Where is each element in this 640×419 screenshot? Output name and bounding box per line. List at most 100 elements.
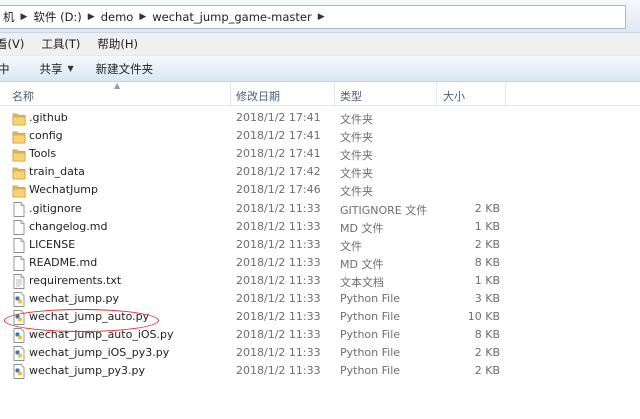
file-type: MD 文件 [340, 257, 384, 271]
chevron-right-icon[interactable]: ▶ [88, 12, 95, 22]
new-folder-button[interactable]: 新建文件夹 [96, 61, 154, 77]
file-size: 10 KB [467, 310, 500, 324]
file-name: config [29, 129, 63, 143]
file-row[interactable]: wechat_jump_iOS_py3.py 2018/1/2 11:33 Pyth… [0, 345, 640, 363]
column-divider[interactable] [334, 82, 335, 106]
column-header-date[interactable]: 修改日期 [236, 88, 280, 104]
file-row[interactable]: .gitignore 2018/1/2 11:33 GITIGNORE 文件 2 KB [0, 201, 640, 219]
python-file-icon [12, 292, 26, 307]
sort-up-icon: ▲ [114, 81, 121, 90]
organize-button[interactable]: 中 [0, 61, 10, 77]
file-row[interactable]: requirements.txt 2018/1/2 11:33 文本文档 1 KB [0, 273, 640, 291]
file-row[interactable]: Tools 2018/1/2 17:41 文件夹 [0, 146, 640, 164]
file-row[interactable]: README.md 2018/1/2 11:33 MD 文件 8 KB [0, 255, 640, 273]
file-type: MD 文件 [340, 221, 384, 235]
file-date: 2018/1/2 17:46 [236, 183, 321, 197]
file-date: 2018/1/2 17:41 [236, 111, 321, 124]
file-type: Python File [340, 364, 401, 378]
file-size: 2 KB [474, 346, 500, 360]
file-size: 8 KB [474, 255, 500, 269]
python-file-icon [12, 364, 26, 380]
file-name: wechat_jump_auto_iOS.py [29, 328, 174, 342]
file-row[interactable]: wechat_jump_py3.py 2018/1/2 11:33 Python F… [0, 363, 640, 381]
file-size: 2 KB [474, 237, 500, 251]
chevron-right-icon[interactable]: ▶ [318, 12, 325, 22]
menu-view[interactable]: 看(V) [0, 36, 31, 52]
folder-icon [12, 183, 26, 198]
file-date: 2018/1/2 17:41 [236, 129, 321, 143]
file-date: 2018/1/2 11:33 [236, 364, 321, 378]
address-bar[interactable]: 机 ▶ 软件 (D:) ▶ demo ▶ wechat_jump_game-ma… [0, 5, 626, 29]
breadcrumb-demo[interactable]: demo [101, 10, 134, 24]
python-file-icon [12, 328, 26, 344]
column-header-size[interactable]: 大小 [443, 88, 465, 104]
column-header-type[interactable]: 类型 [340, 88, 362, 104]
file-type: 文本文档 [340, 275, 384, 289]
share-button[interactable]: 共享 ▼ [40, 61, 74, 77]
file-name: .github [29, 111, 68, 124]
menu-tools[interactable]: 工具(T) [41, 36, 87, 52]
file-type: Python File [340, 328, 401, 342]
folder-icon [12, 147, 26, 162]
file-icon [12, 219, 26, 235]
caret-down-icon: ▼ [67, 64, 74, 73]
file-name: LICENSE [29, 237, 76, 251]
file-size: 2 KB [474, 364, 500, 378]
command-bar: 中 共享 ▼ 新建文件夹 [0, 55, 640, 82]
column-divider[interactable] [505, 82, 506, 106]
file-name: WechatJump [29, 183, 98, 197]
share-label: 共享 [39, 61, 63, 76]
file-row[interactable]: train_data 2018/1/2 17:42 文件夹 [0, 164, 640, 182]
breadcrumb-current-folder[interactable]: wechat_jump_game-master [152, 10, 311, 24]
file-type: 文件 [340, 239, 362, 253]
breadcrumb-computer[interactable]: 机 [3, 9, 15, 25]
file-row[interactable]: config 2018/1/2 17:41 文件夹 [0, 128, 640, 146]
python-file-icon [12, 310, 26, 326]
file-size: 1 KB [474, 219, 500, 233]
file-name: wechat_jump_py3.py [29, 364, 146, 378]
column-header-name[interactable]: 名称 [12, 88, 34, 104]
file-row[interactable]: WechatJump 2018/1/2 17:46 文件夹 [0, 182, 640, 200]
file-name: wechat_jump.py [29, 292, 120, 305]
file-row[interactable]: LICENSE 2018/1/2 11:33 文件 2 KB [0, 237, 640, 255]
file-name: train_data [29, 165, 85, 179]
python-file-icon [12, 346, 26, 362]
file-icon [12, 201, 26, 217]
file-type: 文件夹 [340, 149, 373, 163]
breadcrumb-drive[interactable]: 软件 (D:) [33, 9, 81, 25]
file-icon [12, 255, 26, 271]
file-name: README.md [29, 255, 98, 269]
menu-help[interactable]: 帮助(H) [97, 36, 145, 52]
menu-bar: 看(V) 工具(T) 帮助(H) [0, 33, 640, 55]
file-date: 2018/1/2 11:33 [236, 273, 321, 287]
file-row[interactable]: wechat_jump_auto_iOS.py 2018/1/2 11:33 Pyt… [0, 327, 640, 345]
organize-label: 中 [0, 61, 10, 76]
file-name: .gitignore [29, 201, 82, 215]
file-date: 2018/1/2 17:42 [236, 165, 321, 179]
file-row[interactable]: wechat_jump_auto.py 2018/1/2 11:33 Python … [0, 309, 640, 327]
file-date: 2018/1/2 17:41 [236, 147, 321, 161]
file-name: wechat_jump_auto.py [29, 310, 150, 324]
new-folder-label: 新建文件夹 [95, 61, 154, 76]
column-divider[interactable] [230, 82, 231, 106]
folder-icon [12, 165, 26, 180]
chevron-right-icon[interactable]: ▶ [139, 12, 146, 22]
folder-icon [12, 111, 26, 126]
file-name: Tools [29, 147, 57, 161]
file-row[interactable]: changelog.md 2018/1/2 11:33 MD 文件 1 KB [0, 219, 640, 237]
file-name: changelog.md [29, 219, 108, 233]
file-date: 2018/1/2 11:33 [236, 201, 321, 215]
file-date: 2018/1/2 11:33 [236, 219, 321, 233]
file-row[interactable]: .github 2018/1/2 17:41 文件夹 [0, 110, 640, 128]
file-type: Python File [340, 292, 401, 305]
file-type: Python File [340, 310, 401, 324]
file-type: 文件夹 [340, 131, 373, 145]
file-date: 2018/1/2 11:33 [236, 328, 321, 342]
file-date: 2018/1/2 11:33 [236, 237, 321, 251]
chevron-right-icon[interactable]: ▶ [21, 12, 28, 22]
file-type: GITIGNORE 文件 [340, 203, 428, 217]
file-row[interactable]: wechat_jump.py 2018/1/2 11:33 Python File 3… [0, 291, 640, 309]
file-date: 2018/1/2 11:33 [236, 346, 321, 360]
column-divider[interactable] [436, 82, 437, 106]
file-size: 8 KB [474, 328, 500, 342]
